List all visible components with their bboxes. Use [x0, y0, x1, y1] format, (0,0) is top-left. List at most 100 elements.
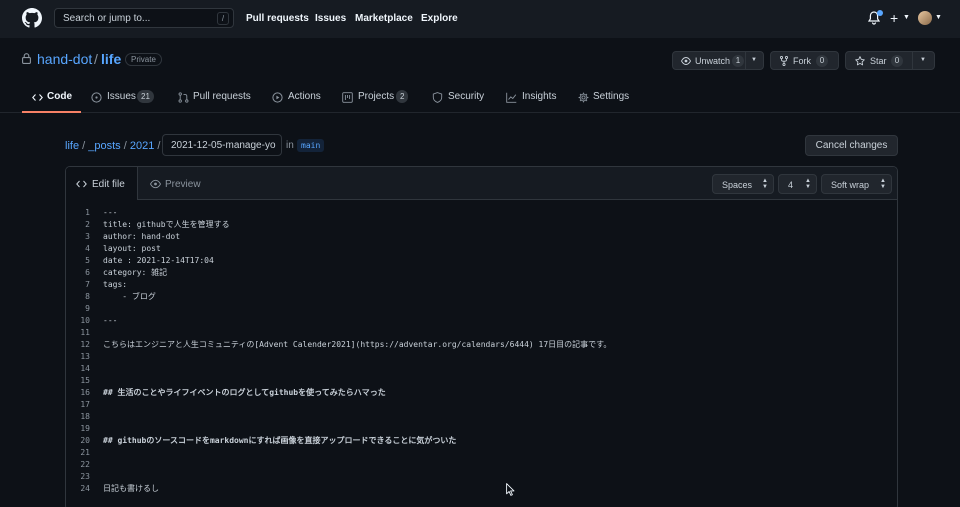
- line-number: 3: [85, 232, 90, 241]
- code-area[interactable]: 1 --- 2 title: githubで人生を管理する 3 author: hand-…: [66, 207, 897, 495]
- tab-label: Pull requests: [193, 91, 251, 102]
- code-line[interactable]: 6 category: 雑記: [66, 267, 897, 279]
- search-input[interactable]: Search or jump to... /: [54, 8, 234, 28]
- line-number: 13: [80, 352, 90, 361]
- line-number: 10: [80, 316, 90, 325]
- code-line[interactable]: 19: [66, 423, 897, 435]
- chevron-down-icon[interactable]: ▼: [920, 57, 926, 63]
- create-new-plus-icon[interactable]: +: [890, 10, 898, 26]
- code-line[interactable]: 22: [66, 459, 897, 471]
- code-line[interactable]: 15: [66, 375, 897, 387]
- star-label: Star: [870, 56, 887, 66]
- line-number: 7: [85, 280, 90, 289]
- eye-icon: [681, 57, 691, 65]
- projects-count: 2: [396, 90, 409, 103]
- code-line[interactable]: 11: [66, 327, 897, 339]
- code-line[interactable]: 12 こちらはエンジニアと人生コミュニティの[Advent Calender202…: [66, 339, 897, 351]
- file-editor: Edit file Preview Spaces ▲ ▼ 4 ▲ ▼ Soft wr…: [65, 166, 898, 507]
- nav-explore[interactable]: Explore: [421, 13, 458, 24]
- code-line[interactable]: 1 ---: [66, 207, 897, 219]
- line-text: ## githubのソースコードをmarkdownにすれば画像を直接アップロード…: [103, 436, 457, 445]
- pull-request-icon: [178, 92, 189, 103]
- line-number: 20: [80, 436, 90, 445]
- chevron-down-icon: ▼: [903, 14, 910, 21]
- wrap-mode-value: Soft wrap: [831, 180, 870, 190]
- line-number: 4: [85, 244, 90, 253]
- code-line[interactable]: 8 - ブログ: [66, 291, 897, 303]
- code-line[interactable]: 20 ## githubのソースコードをmarkdownにすれば画像を直接アップロ…: [66, 435, 897, 447]
- star-button[interactable]: Star 0 ▼: [845, 51, 935, 70]
- indent-size-value: 4: [788, 180, 794, 190]
- indent-mode-select[interactable]: Spaces ▲ ▼: [712, 174, 774, 194]
- code-line[interactable]: 13: [66, 351, 897, 363]
- breadcrumb-root-link[interactable]: life: [65, 140, 79, 152]
- code-icon: [76, 180, 87, 188]
- line-text: date : 2021-12-14T17:04: [103, 256, 214, 265]
- breadcrumb-folder-link[interactable]: _posts: [88, 140, 120, 152]
- nav-pull-requests[interactable]: Pull requests: [246, 13, 309, 24]
- indent-size-select[interactable]: 4 ▲ ▼: [778, 174, 817, 194]
- line-text: ---: [103, 316, 118, 325]
- line-number: 16: [80, 388, 90, 397]
- breadcrumb-separator: /: [157, 140, 161, 152]
- notification-dot: [877, 10, 883, 16]
- code-line[interactable]: 14: [66, 363, 897, 375]
- code-line[interactable]: 4 layout: post: [66, 243, 897, 255]
- code-line[interactable]: 24 日記も書けるし: [66, 483, 897, 495]
- eye-icon: [150, 179, 161, 189]
- cancel-changes-button[interactable]: Cancel changes: [805, 135, 898, 156]
- indent-mode-value: Spaces: [722, 180, 753, 190]
- repo-owner-link[interactable]: hand-dot: [37, 51, 92, 67]
- button-divider: [912, 52, 913, 69]
- line-number: 23: [80, 472, 90, 481]
- branch-badge: main: [297, 139, 325, 152]
- repo-name-link[interactable]: life: [101, 51, 121, 67]
- breadcrumb-separator: /: [82, 140, 86, 152]
- code-line[interactable]: 9: [66, 303, 897, 315]
- code-line[interactable]: 7 tags:: [66, 279, 897, 291]
- code-line[interactable]: 5 date : 2021-12-14T17:04: [66, 255, 897, 267]
- code-line[interactable]: 23: [66, 471, 897, 483]
- line-number: 8: [85, 292, 90, 301]
- graph-icon: [506, 92, 517, 103]
- fork-icon: [780, 56, 788, 66]
- play-icon: [272, 92, 283, 103]
- select-arrows-icon: ▲ ▼: [762, 178, 768, 190]
- breadcrumb-folder-link[interactable]: 2021: [130, 140, 154, 152]
- fork-button[interactable]: Fork 0: [770, 51, 839, 70]
- line-text: category: 雑記: [103, 268, 168, 277]
- line-number: 2: [85, 220, 90, 229]
- code-line[interactable]: 2 title: githubで人生を管理する: [66, 219, 897, 231]
- github-logo-icon[interactable]: [22, 8, 42, 28]
- button-divider: [745, 52, 746, 69]
- star-count: 0: [891, 55, 903, 67]
- user-avatar[interactable]: [918, 11, 932, 25]
- line-text: layout: post: [103, 244, 161, 253]
- edit-file-tab[interactable]: Edit file: [66, 167, 138, 200]
- line-number: 1: [85, 208, 90, 217]
- line-number: 14: [80, 364, 90, 373]
- code-line[interactable]: 3 author: hand-dot: [66, 231, 897, 243]
- tab-label: Settings: [593, 91, 630, 102]
- filename-input[interactable]: 2021-12-05-manage-yo: [162, 134, 282, 156]
- code-icon: [32, 94, 43, 101]
- wrap-mode-select[interactable]: Soft wrap ▲ ▼: [821, 174, 892, 194]
- fork-count: 0: [816, 55, 828, 67]
- preview-label: Preview: [165, 179, 201, 190]
- code-line[interactable]: 16 ## 生活のことやライフイベントのログとしてgithubを使ってみたらハマっ…: [66, 387, 897, 399]
- line-text: title: githubで人生を管理する: [103, 220, 230, 229]
- line-text: ---: [103, 208, 118, 217]
- code-line[interactable]: 10 ---: [66, 315, 897, 327]
- nav-marketplace[interactable]: Marketplace: [355, 13, 413, 24]
- line-number: 12: [80, 340, 90, 349]
- unwatch-button[interactable]: Unwatch 1 ▼: [672, 51, 764, 70]
- nav-issues[interactable]: Issues: [315, 13, 346, 24]
- chevron-down-icon[interactable]: ▼: [751, 57, 757, 63]
- tab-label: Security: [448, 91, 485, 102]
- repo-separator: /: [94, 51, 98, 67]
- code-line[interactable]: 21: [66, 447, 897, 459]
- code-line[interactable]: 17: [66, 399, 897, 411]
- line-number: 18: [80, 412, 90, 421]
- star-icon: [855, 56, 865, 66]
- code-line[interactable]: 18: [66, 411, 897, 423]
